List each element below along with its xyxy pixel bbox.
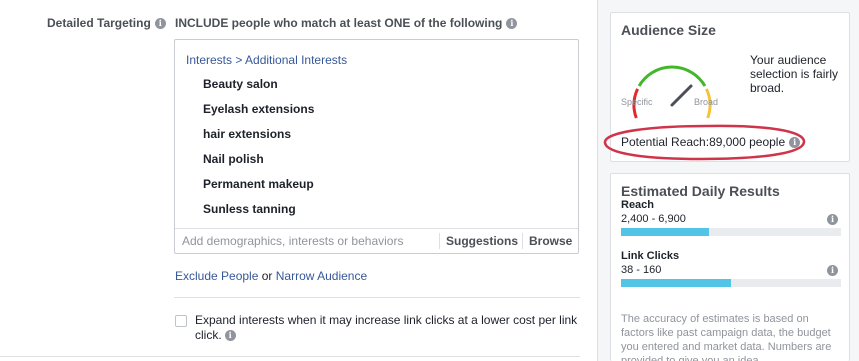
link-clicks-metric-range: 38 - 160 — [621, 264, 662, 276]
divider — [522, 233, 523, 249]
expand-interests-checkbox[interactable] — [175, 315, 187, 327]
audience-size-title: Audience Size — [621, 22, 716, 38]
targeting-panel: Detailed Targeting i INCLUDE people who m… — [0, 0, 597, 361]
gauge-specific-label: Specific — [621, 97, 653, 107]
estimated-results-card: Estimated Daily Results Reach 2,400 - 6,… — [610, 173, 850, 361]
targeting-box: Interests > Additional Interests Beauty … — [174, 39, 579, 254]
audience-gauge — [632, 65, 712, 119]
detailed-targeting-label: Detailed Targeting i — [47, 16, 166, 30]
interest-item[interactable]: Eyelash extensions — [203, 102, 314, 127]
interest-item[interactable]: Beauty salon — [203, 77, 314, 102]
reach-bar — [621, 228, 841, 236]
info-icon[interactable]: i — [827, 265, 838, 276]
audience-size-card: Audience Size Specific Broad Your audien… — [610, 12, 850, 162]
browse-button[interactable]: Browse — [529, 234, 572, 248]
interest-item[interactable]: hair extensions — [203, 127, 314, 152]
gauge-green-arc — [637, 65, 707, 87]
reach-bar-fill — [621, 228, 709, 236]
info-icon[interactable]: i — [827, 214, 838, 225]
potential-reach-value: 89,000 people — [709, 135, 786, 149]
estimated-results-title: Estimated Daily Results — [621, 183, 780, 199]
divider — [439, 233, 440, 249]
add-targeting-row: Suggestions Browse — [175, 228, 578, 253]
info-icon[interactable]: i — [506, 18, 518, 30]
potential-reach: Potential Reach:89,000 people i — [621, 135, 801, 149]
estimate-disclaimer: The accuracy of estimates is based on fa… — [621, 313, 832, 361]
gauge-broad-label: Broad — [694, 97, 719, 107]
interest-item[interactable]: Permanent makeup — [203, 177, 314, 202]
potential-reach-label: Potential Reach: — [621, 135, 710, 149]
link-clicks-bar — [621, 279, 841, 287]
gauge-needle — [670, 84, 693, 107]
info-icon[interactable]: i — [789, 137, 801, 149]
interest-list: Beauty salon Eyelash extensions hair ext… — [203, 77, 314, 227]
exclude-narrow-row: Exclude People or Narrow Audience — [175, 269, 367, 283]
exclude-people-link[interactable]: Exclude People — [175, 269, 258, 283]
suggestions-button[interactable]: Suggestions — [446, 234, 518, 248]
link-clicks-bar-fill — [621, 279, 731, 287]
divider — [0, 356, 580, 357]
interests-breadcrumb[interactable]: Interests > Additional Interests — [186, 53, 347, 67]
reach-metric-name: Reach — [621, 199, 655, 211]
link-clicks-metric-name: Link Clicks — [621, 250, 680, 262]
interest-item[interactable]: Sunless tanning — [203, 202, 314, 227]
reach-metric-range: 2,400 - 6,900 — [621, 213, 686, 225]
expand-interests-label: Expand interests when it may increase li… — [195, 313, 578, 342]
audience-description: Your audience selection is fairly broad. — [750, 53, 839, 95]
include-heading: INCLUDE people who match at least ONE of… — [175, 16, 518, 30]
interest-item[interactable]: Nail polish — [203, 152, 314, 177]
info-icon[interactable]: i — [224, 330, 236, 342]
info-icon[interactable]: i — [154, 18, 166, 30]
divider — [174, 297, 580, 298]
narrow-audience-link[interactable]: Narrow Audience — [276, 269, 367, 283]
or-text: or — [261, 269, 273, 283]
add-targeting-input[interactable] — [182, 233, 432, 249]
